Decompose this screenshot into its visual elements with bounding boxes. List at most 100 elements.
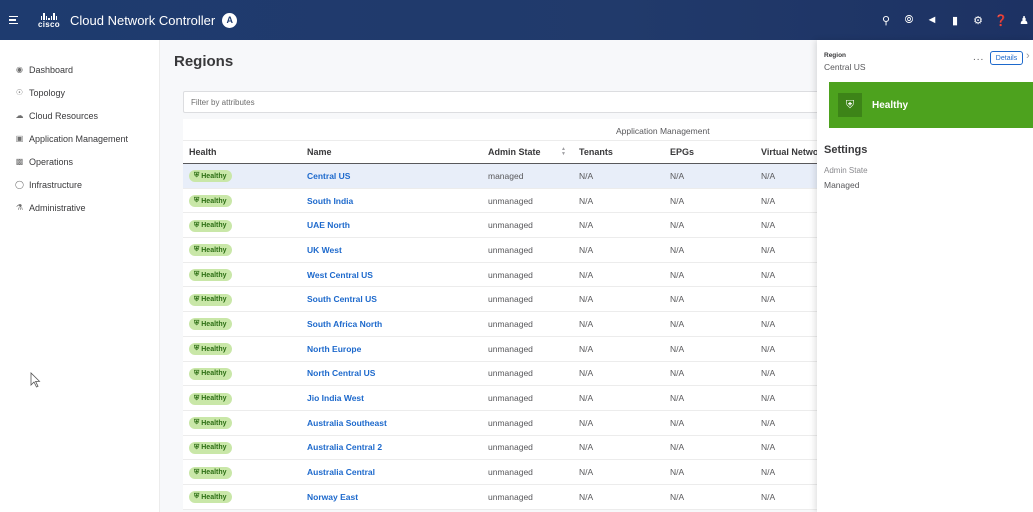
tenants-cell: N/A: [579, 220, 594, 231]
health-cell: ⛨ Healthy: [183, 169, 300, 183]
region-link[interactable]: Central US: [307, 171, 350, 181]
epgs-cell: N/A: [670, 491, 685, 502]
table-row[interactable]: ⛨ Healthy South Central US unmanaged N/A N/A N…: [183, 287, 833, 313]
sidebar-item-operations[interactable]: ▩ Operations: [0, 150, 159, 173]
epgs-cell: N/A: [670, 393, 685, 404]
shield-icon: ⛨: [838, 93, 862, 117]
shield-icon: ⛨: [194, 221, 200, 229]
tenants-cell: N/A: [579, 294, 594, 305]
help-icon[interactable]: ❓: [994, 14, 1008, 27]
admin-state-cell: unmanaged: [488, 195, 533, 206]
admin-state-cell: managed: [488, 170, 524, 181]
name-cell: West Central US: [300, 270, 481, 280]
region-link[interactable]: North Europe: [307, 344, 361, 354]
healthy-badge: ⛨ Healthy: [189, 343, 232, 356]
sort-icon[interactable]: ▲ ▼: [561, 147, 566, 157]
column-admin-state[interactable]: Admin State ▲ ▼: [481, 147, 572, 158]
bookmark-icon[interactable]: ▮: [949, 14, 961, 27]
table-row[interactable]: ⛨ Healthy North Central US unmanaged N/A N/A N…: [183, 362, 833, 387]
tenants-cell: N/A: [579, 368, 594, 379]
table-row[interactable]: ⛨ Healthy Australia Central 2 unmanaged N/A N…: [183, 436, 833, 461]
epgs-cell: N/A: [670, 269, 685, 280]
region-link[interactable]: North Central US: [307, 368, 375, 378]
healthy-badge: ⛨ Healthy: [189, 318, 232, 331]
table-row[interactable]: ⛨ Healthy Jio India West unmanaged N/A N/A N/A: [183, 386, 833, 411]
admin-state-cell: unmanaged: [488, 244, 533, 255]
infrastructure-icon: ◯: [15, 180, 24, 189]
gear-icon[interactable]: ⚙: [972, 14, 984, 27]
healthy-badge: ⛨ Healthy: [189, 392, 232, 405]
column-name[interactable]: Name: [300, 147, 481, 157]
region-link[interactable]: South India: [307, 196, 353, 206]
shield-icon: ⛨: [194, 468, 200, 476]
table-row[interactable]: ⛨ Healthy North Europe unmanaged N/A N/A N/A: [183, 337, 833, 362]
healthy-badge: ⛨ Healthy: [189, 441, 232, 454]
table-row[interactable]: ⛨ Healthy South Africa North unmanaged N/A N/…: [183, 312, 833, 337]
healthy-badge: ⛨ Healthy: [189, 195, 232, 208]
shield-icon: ⛨: [194, 493, 200, 501]
app-badge[interactable]: A: [222, 12, 238, 28]
health-cell: ⛨ Healthy: [183, 194, 300, 208]
shield-icon: ⛨: [194, 271, 200, 279]
health-cell: ⛨ Healthy: [183, 317, 300, 331]
mouse-cursor-icon: [30, 372, 41, 388]
filter-input[interactable]: Filter by attributes: [183, 91, 833, 113]
megaphone-icon[interactable]: ◄: [926, 14, 938, 26]
user-icon[interactable]: ♟: [1018, 14, 1030, 27]
health-cell: ⛨ Healthy: [183, 293, 300, 306]
tenants-cell: N/A: [579, 393, 594, 404]
health-cell: ⛨ Healthy: [183, 466, 300, 479]
top-icons: ⚲ ⦾ ◄ ▮ ⚙ ❓ ♟: [880, 0, 1033, 40]
search-icon[interactable]: ⚲: [880, 14, 892, 27]
region-link[interactable]: Australia Central 2: [307, 442, 382, 452]
admin-state-cell: unmanaged: [488, 343, 533, 354]
epgs-cell: N/A: [670, 467, 685, 478]
region-link[interactable]: Australia Central: [307, 467, 375, 477]
column-tenants[interactable]: Tenants: [572, 147, 663, 157]
tenants-cell: N/A: [579, 269, 594, 280]
details-button[interactable]: Details: [990, 51, 1023, 65]
sidebar-item-administrative[interactable]: ⚗ Administrative: [0, 196, 159, 219]
epgs-cell: N/A: [670, 417, 685, 428]
region-detail-panel: Region Central US ... Details › ⛨ Health…: [817, 40, 1033, 512]
shield-icon: ⛨: [194, 172, 200, 180]
name-cell: Norway East: [300, 492, 481, 502]
more-icon[interactable]: ...: [973, 52, 984, 63]
region-link[interactable]: South Central US: [307, 294, 377, 304]
table-row[interactable]: ⛨ Healthy Australia Southeast unmanaged N/A N…: [183, 411, 833, 436]
table-row[interactable]: ⛨ Healthy Australia Central unmanaged N/A N/A…: [183, 460, 833, 485]
globe-icon: ☉: [15, 88, 24, 97]
name-cell: Central US: [300, 171, 481, 181]
column-health[interactable]: Health: [183, 147, 300, 157]
region-link[interactable]: UK West: [307, 245, 342, 255]
column-epgs[interactable]: EPGs: [663, 147, 754, 157]
page-title: Regions: [174, 53, 234, 70]
epgs-cell: N/A: [670, 195, 685, 206]
compass-icon[interactable]: ⦾: [903, 14, 915, 26]
sidebar-item-topology[interactable]: ☉ Topology: [0, 81, 159, 104]
sidebar-item-infrastructure[interactable]: ◯ Infrastructure: [0, 173, 159, 196]
region-link[interactable]: Norway East: [307, 492, 358, 502]
chevron-right-icon[interactable]: ›: [1026, 50, 1030, 62]
table-row[interactable]: ⛨ Healthy UAE North unmanaged N/A N/A N/A: [183, 213, 833, 239]
name-cell: North Europe: [300, 344, 481, 354]
sidebar-item-cloud-resources[interactable]: ☁ Cloud Resources: [0, 104, 159, 127]
table-row[interactable]: ⛨ Healthy South India unmanaged N/A N/A N/A: [183, 189, 833, 214]
region-link[interactable]: UAE North: [307, 220, 350, 230]
region-link[interactable]: Australia Southeast: [307, 418, 387, 428]
tenants-cell: N/A: [579, 442, 594, 453]
tenants-cell: N/A: [579, 244, 594, 255]
admin-state-cell: unmanaged: [488, 269, 533, 280]
cloud-icon: ☁: [15, 111, 24, 120]
sidebar-item-application-management[interactable]: ▣ Application Management: [0, 127, 159, 150]
region-link[interactable]: South Africa North: [307, 319, 382, 329]
region-link[interactable]: West Central US: [307, 270, 373, 280]
table-row[interactable]: ⛨ Healthy Central US managed N/A N/A N/A: [183, 164, 833, 189]
region-link[interactable]: Jio India West: [307, 393, 364, 403]
table-row[interactable]: ⛨ Healthy UK West unmanaged N/A N/A N/A: [183, 238, 833, 263]
table-row[interactable]: ⛨ Healthy West Central US unmanaged N/A N/A N/…: [183, 263, 833, 288]
menu-icon[interactable]: [9, 15, 27, 25]
table-row[interactable]: ⛨ Healthy Norway East unmanaged N/A N/A N/A: [183, 485, 833, 510]
sidebar-item-dashboard[interactable]: ◉ Dashboard: [0, 58, 159, 81]
panel-region-name: Central US: [824, 62, 866, 72]
